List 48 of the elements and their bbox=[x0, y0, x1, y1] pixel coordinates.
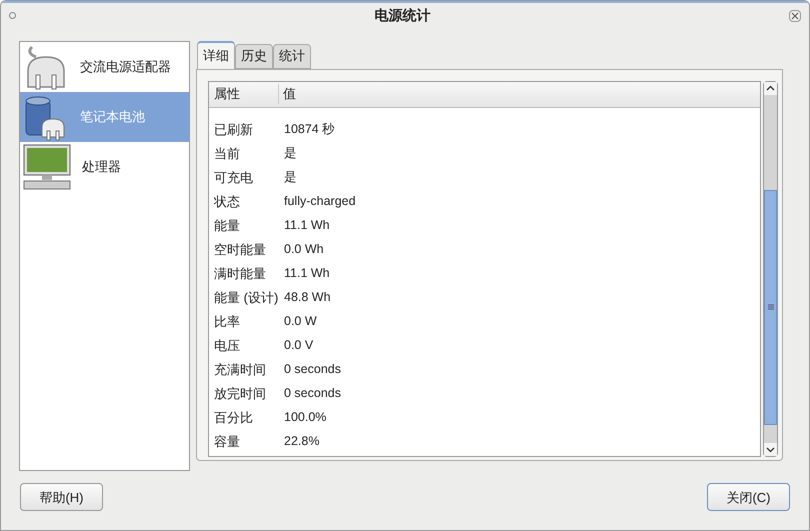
table-cell-text: 0.0 Wh bbox=[283, 241, 324, 258]
table-cell-text: 是 bbox=[283, 145, 297, 162]
table-cell-text: 空时能量 bbox=[213, 240, 267, 259]
table-cell-text: 已刷新 bbox=[213, 120, 254, 139]
column-header[interactable]: 值 bbox=[279, 84, 296, 104]
close-icon[interactable] bbox=[789, 10, 801, 22]
table-cell-text: 能量 (设计) bbox=[213, 288, 279, 307]
device-label: 处理器 bbox=[82, 158, 121, 176]
table-cell-text: 是 bbox=[283, 169, 297, 186]
table-cell-text: 状态 bbox=[212, 192, 241, 211]
table-cell-text: 充满时间 bbox=[213, 360, 267, 379]
tab[interactable]: 详细 bbox=[197, 40, 235, 69]
table-cell-text: 可充电 bbox=[213, 168, 254, 187]
table-cell-text: 能量 bbox=[213, 216, 241, 235]
close-button[interactable]: 关闭(C) bbox=[707, 483, 790, 512]
table-cell-text: 11.1 Wh bbox=[283, 217, 330, 234]
table-cell-text: 10874 秒 bbox=[283, 121, 336, 138]
table-cell-text: fully-charged bbox=[283, 193, 356, 210]
window-title: 电源统计 bbox=[374, 6, 432, 26]
table-cell-text: 放完时间 bbox=[213, 384, 267, 403]
tab[interactable]: 统计 bbox=[273, 44, 311, 69]
column-header[interactable]: 属性 bbox=[209, 84, 279, 104]
table-cell-text: 容量 bbox=[213, 432, 241, 451]
scroll-down-icon[interactable] bbox=[764, 442, 777, 456]
table-cell-text: 满时能量 bbox=[213, 264, 267, 283]
table-cell-text: 比率 bbox=[213, 312, 241, 331]
table-cell-text: 当前 bbox=[213, 144, 241, 163]
scroll-up-icon[interactable] bbox=[764, 82, 777, 95]
computer-icon bbox=[22, 142, 72, 191]
table-cell-text: 22.8% bbox=[283, 433, 320, 450]
table-cell-text: 100.0% bbox=[283, 409, 326, 426]
table-cell-text: 11.1 Wh bbox=[283, 265, 330, 282]
scroll-thumb[interactable] bbox=[764, 190, 777, 425]
device-item[interactable]: 处理器 bbox=[20, 142, 189, 192]
device-item[interactable]: 交流电源适配器 bbox=[20, 42, 189, 92]
table-cell-text: 48.8 Wh bbox=[283, 289, 331, 306]
window-menu-icon[interactable] bbox=[9, 12, 16, 20]
table-cell-text: 0.0 V bbox=[283, 337, 314, 354]
table-cell-text: 0.0 W bbox=[283, 313, 317, 330]
device-label: 笔记本电池 bbox=[80, 108, 145, 126]
device-label: 交流电源适配器 bbox=[80, 58, 171, 76]
table-cell-text: 0 seconds bbox=[283, 361, 341, 378]
table-cell-text: 百分比 bbox=[213, 408, 254, 427]
scrollbar[interactable] bbox=[763, 80, 778, 457]
table-cell-text: 0 seconds bbox=[283, 385, 341, 402]
help-button[interactable]: 帮助(H) bbox=[20, 483, 103, 512]
table-cell-text: 电压 bbox=[213, 336, 241, 355]
tab[interactable]: 历史 bbox=[235, 44, 273, 69]
